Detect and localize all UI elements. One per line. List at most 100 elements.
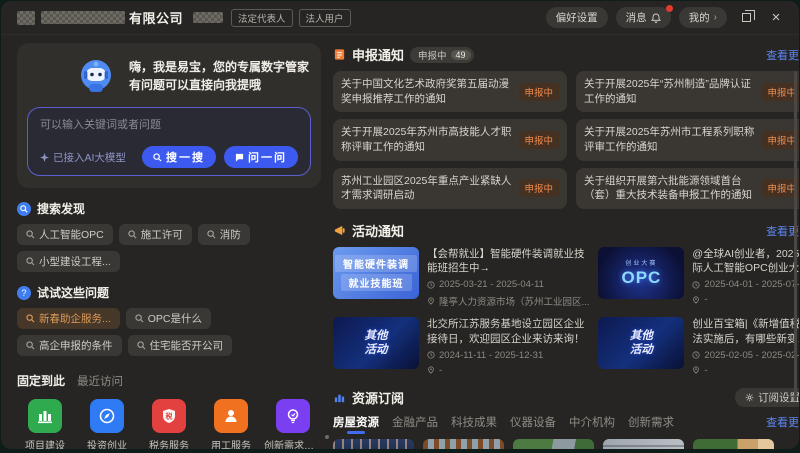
resource-card[interactable]: 56文创园，通园路，办公，95-1800平	[513, 439, 594, 449]
chip-label: 高企申报的条件	[39, 338, 113, 353]
thumb-text: 其他活动	[626, 329, 656, 358]
notice-card[interactable]: 关于组织开展第六批能源领域首台（套）重大技术装备申报工作的通知 申报中	[576, 168, 799, 209]
notice-text: 关于中国文化艺术政府奖第五届动漫奖申报推荐工作的通知	[341, 77, 512, 106]
discover-chip[interactable]: 小型建设工程...	[17, 251, 120, 272]
app-label: 用工服务	[211, 437, 251, 449]
ask-button[interactable]: 问一问	[224, 146, 298, 168]
property-photo	[693, 439, 774, 449]
question-chip[interactable]: 高企申报的条件	[17, 335, 122, 356]
resource-card[interactable]: 蒲公英孵化器，苏州国际科技园五期，...	[693, 439, 774, 449]
resource-more-link[interactable]: 查看更多	[766, 414, 799, 430]
event-date: 2025-02-05 - 2025-02-05	[704, 350, 799, 361]
vertical-scrollbar[interactable]	[794, 71, 797, 401]
event-thumbnail: 智能硬件装调 就业技能班	[333, 247, 419, 299]
notice-card[interactable]: 关于开展2025年“苏州制造”品牌认证工作的通知 申报中	[576, 71, 799, 112]
notice-card[interactable]: 苏州工业园区2025年重点产业紧缺人才需求调研启动 申报中	[333, 168, 567, 209]
tab-tech-achievements[interactable]: 科技成果	[451, 414, 497, 430]
thumb-text: OPC	[622, 268, 662, 288]
search-button[interactable]: 搜一搜	[142, 146, 216, 168]
company-name-redacted	[41, 11, 125, 24]
app-employment-service[interactable]: 用工服务	[203, 399, 259, 449]
declare-more-link[interactable]: 查看更多	[766, 47, 799, 63]
notice-text: 苏州工业园区2025年重点产业紧缺人才需求调研启动	[341, 174, 512, 203]
chip-label: OPC是什么	[148, 311, 202, 326]
app-tax-service[interactable]: 税 税务服务	[141, 399, 197, 449]
question-chip[interactable]: OPC是什么	[126, 308, 211, 329]
chevron-right-icon: ›	[714, 12, 717, 23]
notice-card[interactable]: 关于开展2025年苏州市工程系列职称评审工作的通知 申报中	[576, 119, 799, 160]
close-window-button[interactable]: ×	[765, 7, 787, 29]
badge-legal-representative: 法定代表人	[231, 9, 293, 27]
resource-card[interactable]: 桑田岛科创园2号楼409室	[423, 439, 504, 449]
event-card[interactable]: 其他活动 北交所江苏服务基地设立园区企业接待日，欢迎园区企业来访来询！ 2024…	[333, 317, 589, 375]
resource-card[interactable]: 富华科技大厦，崇文路，办公，1340平	[603, 439, 684, 449]
question-chip-highlighted[interactable]: 新春助企服务...	[17, 308, 120, 329]
event-location: -	[704, 294, 707, 305]
discover-chip[interactable]: 人工智能OPC	[17, 224, 113, 245]
chip-label: 施工许可	[141, 227, 183, 242]
questions-icon: ?	[17, 286, 31, 300]
tab-agencies[interactable]: 中介机构	[569, 414, 615, 430]
badge-label: 申报中	[418, 48, 447, 62]
app-invest-startup[interactable]: 投资创业	[79, 399, 135, 449]
event-date: 2024-11-11 - 2025-12-31	[439, 350, 543, 361]
search-discover-icon	[17, 202, 31, 216]
app-project-construction[interactable]: 项目建设	[17, 399, 73, 449]
property-photo	[513, 439, 594, 449]
declare-status-badge: 申报中 49	[410, 47, 474, 63]
restore-window-button[interactable]	[735, 7, 757, 29]
preferences-button[interactable]: 偏好设置	[546, 7, 608, 28]
unread-dot	[666, 5, 673, 12]
event-card[interactable]: 智能硬件装调 就业技能班 【会帮就业】智能硬件装调就业技能班招生中→ 2025-…	[333, 247, 589, 308]
badge-count: 49	[451, 50, 471, 60]
activity-notice-title: 活动通知	[352, 221, 404, 240]
thumb-text: 创业大赛	[625, 258, 657, 267]
event-title: 【会帮就业】智能硬件装调就业技能班招生中→	[427, 247, 589, 275]
app-logo	[17, 11, 35, 25]
resource-card[interactable]: 6-9A0	[333, 439, 414, 449]
questions-title: 试试这些问题	[37, 284, 109, 301]
event-date: 2025-04-01 - 2025-07-31	[704, 279, 799, 290]
tab-innovation[interactable]: 创新需求	[628, 414, 674, 430]
subscribe-settings-button[interactable]: 订阅设置	[735, 388, 799, 407]
event-card[interactable]: 创业大赛 OPC @全球AI创业者，2025国际人工智能OPC创业大赛报名通道开…	[598, 247, 799, 308]
event-card[interactable]: 其他活动 创业百宝箱|《新增值税法实施后，有哪些新变化值得关注》 2025-02…	[598, 317, 799, 375]
event-date: 2025-03-21 - 2025-04-11	[439, 279, 544, 290]
declare-notice-icon	[333, 48, 346, 61]
question-chip[interactable]: 住宅能否开公司	[128, 335, 233, 356]
tab-finance[interactable]: 金融产品	[392, 414, 438, 430]
ai-model-note: 已接入AI大模型	[40, 150, 134, 165]
right-column: 申报通知 申报中 49 查看更多 关于中国文化艺术政府奖第五届动漫奖申报推荐工作…	[327, 35, 799, 449]
app-grid: 项目建设 投资创业 税 税务服务	[17, 399, 321, 449]
discover-chip[interactable]: 施工许可	[119, 224, 192, 245]
notice-card[interactable]: 关于开展2025年苏州市高技能人才职称评审工作的通知 申报中	[333, 119, 567, 160]
tab-housing[interactable]: 房屋资源	[333, 414, 379, 430]
assistant-greeting: 嗨，我是易宝，您的专属数字管家 有问题可以直接向我提哦	[129, 58, 309, 94]
notice-card[interactable]: 关于中国文化艺术政府奖第五届动漫奖申报推荐工作的通知 申报中	[333, 71, 567, 112]
event-title: @全球AI创业者，2025国际人工智能OPC创业大赛报名通道开启	[692, 247, 799, 275]
ask-input-box[interactable]: 可以输入关键词或者问题 已接入AI大模型 搜一搜	[27, 107, 311, 176]
tab-instruments[interactable]: 仪器设备	[510, 414, 556, 430]
thumb-text: 其他活动	[361, 329, 391, 358]
dock-tab-pinned[interactable]: 固定到此	[17, 372, 65, 389]
gear-icon	[745, 393, 754, 402]
activity-notice-icon	[333, 224, 346, 237]
discover-chip[interactable]: 消防	[198, 224, 250, 245]
event-thumbnail: 其他活动	[598, 317, 684, 369]
dock-tab-recent[interactable]: 最近访问	[77, 373, 123, 389]
messages-button[interactable]: 消息	[616, 7, 671, 28]
property-photo	[423, 439, 504, 449]
event-location: 隆亭人力资源市场（苏州工业园区...	[439, 294, 589, 308]
bell-icon	[651, 13, 661, 23]
event-title: 北交所江苏服务基地设立园区企业接待日，欢迎园区企业来访来询！	[427, 317, 589, 345]
event-location: -	[704, 365, 707, 376]
chat-bubble-icon	[235, 153, 244, 162]
app-innovation-demand[interactable]: 创新需求服务	[265, 399, 321, 449]
my-menu-button[interactable]: 我的 ›	[679, 7, 727, 28]
status-tag: 申报中	[519, 83, 560, 101]
ask-button-label: 问一问	[248, 149, 287, 165]
titlebar: 有限公司 法定代表人 法人用户 偏好设置 消息 我的 › ×	[1, 1, 799, 35]
notice-text: 关于开展2025年苏州市高技能人才职称评审工作的通知	[341, 125, 512, 154]
chip-label: 小型建设工程...	[39, 254, 111, 269]
chip-label: 消防	[220, 227, 241, 242]
